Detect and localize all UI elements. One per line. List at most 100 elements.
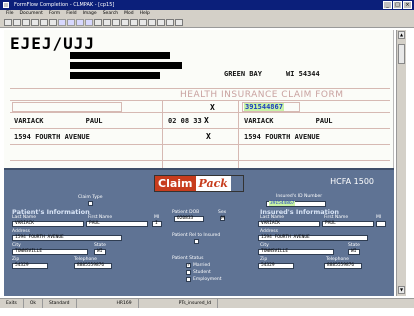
patient-mi-field[interactable]: I [152,221,162,227]
menu-field[interactable]: Field [66,10,76,18]
patient-state-field[interactable]: WI [94,249,106,255]
status-exits: Exits [0,299,24,308]
patient-telephone-label: Telephone [74,257,97,262]
claim-form-title: HEALTH INSURANCE CLAIM FORM [180,90,344,100]
window-title: FormFlow Completion - CLMPAK - [cp15] [14,2,115,8]
patient-telephone-field[interactable]: 8885559876 [74,263,112,269]
insured-state-field[interactable]: WI [348,249,360,255]
help-icon[interactable] [175,19,183,26]
married-checkbox[interactable]: ✓ [186,263,191,268]
title-bar: FormFlow Completion - CLMPAK - [cp15] _ … [0,0,414,10]
fit-width-icon[interactable] [112,19,120,26]
patient-name-typed: VARIACK PAUL [14,117,103,125]
minimize-button[interactable]: _ [383,1,392,9]
scroll-up-icon[interactable]: ▲ [398,31,405,39]
insured-state-label: State [348,243,360,248]
insured-address-field[interactable]: 1594 FOURTH AVENUE [258,235,368,241]
student-checkbox[interactable] [186,270,191,275]
patient-dob-label: Patient DOB [172,210,200,215]
form-x-mark: X [210,103,215,112]
scroll-down-icon[interactable]: ▼ [398,286,405,294]
patient-address-field[interactable]: 1594 FOURTH AVENUE [12,235,122,241]
paste-icon[interactable] [49,19,57,26]
image-icon[interactable] [148,19,156,26]
insured-mi-label: MI [376,215,382,220]
print-icon[interactable] [22,19,30,26]
insured-name-typed: VARIACK PAUL [244,117,333,125]
zoom-in-icon[interactable] [94,19,102,26]
insured-first-field[interactable]: PAUL [322,221,374,227]
save-icon[interactable] [13,19,21,26]
scroll-thumb[interactable] [398,44,405,64]
patient-city-label: City [12,243,21,248]
menu-file[interactable]: File [6,10,14,18]
first-page-icon[interactable] [58,19,66,26]
insured-id-field[interactable]: 391544867 [266,201,326,207]
menu-search[interactable]: Search [103,10,118,18]
redaction-bar [70,52,170,59]
open-icon[interactable] [4,19,12,26]
menu-help[interactable]: Help [140,10,150,18]
insured-zip-field[interactable]: 54329 [258,263,294,269]
cut-icon[interactable] [31,19,39,26]
insured-last-field[interactable]: VARIACK [258,221,320,227]
patient-dob-field[interactable]: 020833 [174,216,204,222]
status-current-field: PTs_insured_Id [139,299,219,308]
reject-icon[interactable] [166,19,174,26]
close-button[interactable]: × [403,1,412,9]
accept-icon[interactable] [157,19,165,26]
employment-label: Employment [193,277,222,282]
insured-city-label: City [260,243,269,248]
patient-address-typed: 1594 FOURTH AVENUE [14,133,90,141]
patient-zip-label: Zip [12,257,20,262]
patient-rel-label: Patient Rel to Insured [172,233,221,238]
employment-checkbox[interactable] [186,277,191,282]
toolbar [0,18,414,28]
window-controls: _ □ × [383,1,412,9]
patient-rel-checkbox[interactable] [194,239,199,244]
fit-page-icon[interactable] [121,19,129,26]
patient-zip-field[interactable]: 54329 [12,263,48,269]
patient-sex-field[interactable]: M [220,216,225,221]
insured-first-label: First Name [324,215,349,220]
status-bar: Exits Ok Standard HR169 PTs_insured_Id [0,298,414,308]
patient-first-label: First Name [88,215,113,220]
maximize-button[interactable]: □ [393,1,402,9]
next-page-icon[interactable] [76,19,84,26]
payer-state-zip: WI 54344 [286,70,320,78]
insured-id-typed: 391544867 [244,103,284,111]
claim-type-checkbox[interactable] [88,201,93,206]
last-page-icon[interactable] [85,19,93,26]
insured-telephone-field[interactable]: 8885559876 [324,263,362,269]
patient-status-label: Patient Status [172,256,204,261]
grid-icon[interactable] [139,19,147,26]
birth-date-typed: 02 08 33 [168,117,202,125]
insured-city-field[interactable]: TOWNSVILLE [258,249,334,255]
patient-first-field[interactable]: PAUL [86,221,148,227]
prev-page-icon[interactable] [67,19,75,26]
menu-form[interactable]: Form [49,10,60,18]
patient-last-label: Last Name [12,215,37,220]
insured-mi-field[interactable] [376,221,386,227]
redaction-bar [70,62,182,69]
form-x-mark: X [204,116,209,125]
status-standard: Standard [43,299,77,308]
insured-last-label: Last Name [260,215,285,220]
patient-sex-label: Sex [218,210,227,215]
patient-city-field[interactable]: TOWNSVILLE [12,249,88,255]
insured-address-label: Address [260,229,278,234]
menu-mod[interactable]: Mod [124,10,134,18]
menu-document[interactable]: Document [20,10,43,18]
patient-state-label: State [94,243,106,248]
married-label: Married [193,263,211,268]
rotate-icon[interactable] [130,19,138,26]
insured-address-typed: 1594 FOURTH AVENUE [244,133,320,141]
copy-icon[interactable] [40,19,48,26]
app-icon [3,2,9,8]
student-label: Student [193,270,211,275]
vertical-scrollbar[interactable]: ▲ ▼ [396,30,406,296]
patient-last-field[interactable]: VARIACK [12,221,84,227]
zoom-out-icon[interactable] [103,19,111,26]
insured-id-label: Insured's ID Number [276,194,323,199]
menu-image[interactable]: Image [83,10,97,18]
